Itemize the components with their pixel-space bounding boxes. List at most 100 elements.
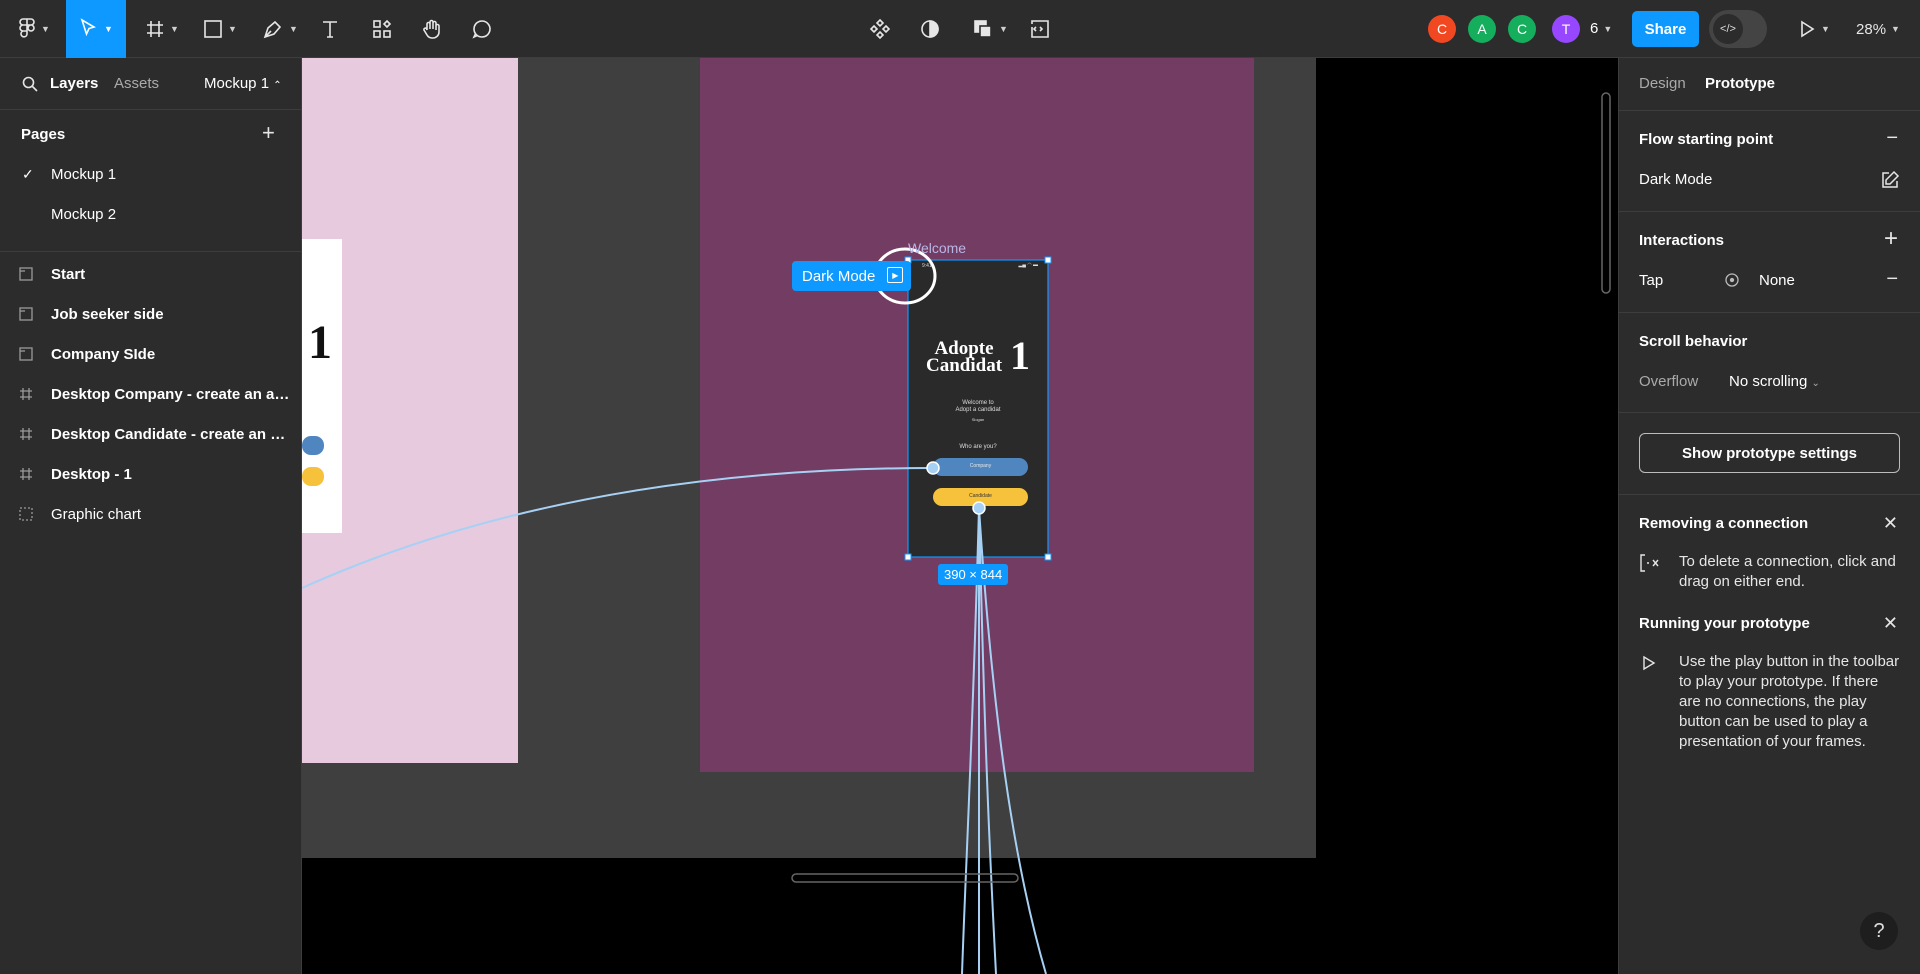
horizontal-scrollbar[interactable] [791,873,1019,883]
close-icon[interactable]: ✕ [1883,613,1898,633]
remove-interaction-icon[interactable]: − [1886,269,1898,289]
candidate-button-label: Candidate [969,493,992,499]
dev-mode-toggle[interactable]: </> [1709,10,1767,48]
chevron-down-icon: ▼ [1821,24,1830,34]
comment-icon [472,20,491,39]
question-text: Who are you? [959,444,997,450]
chevron-down-icon: ▼ [999,24,1008,34]
canvas[interactable]: 1 Dark Mode ▶ Welcome 390 × 844 9:41 ▂▄ … [302,58,1618,974]
add-interaction-icon[interactable]: + [1884,227,1898,251]
flow-start-tag[interactable]: Dark Mode ▶ [792,261,912,291]
layer-item[interactable]: Start [0,254,302,294]
page-item-mockup-1[interactable]: Mockup 1 [51,166,116,183]
show-prototype-settings-button[interactable]: Show prototype settings [1639,433,1900,473]
welcome-line-1: Welcome to [962,400,994,406]
layer-label: Graphic chart [51,505,142,523]
help-button[interactable]: ? [1860,912,1898,950]
layer-item[interactable]: Job seeker side [0,294,302,334]
tab-layers[interactable]: Layers [50,75,98,92]
frame-tool-button[interactable]: ▼ [140,7,184,51]
pen-tool-button[interactable]: ▼ [258,7,302,51]
tab-design[interactable]: Design [1639,75,1686,92]
layer-item[interactable]: Graphic chart [0,494,302,534]
chevron-down-icon: ▼ [1603,23,1613,34]
code-icon: </> [1713,14,1743,44]
divider [1619,412,1920,413]
avatar[interactable]: T [1552,15,1580,43]
search-icon[interactable] [22,76,38,92]
target-icon [1725,273,1739,287]
layer-item[interactable]: Desktop Candidate - create an account [0,414,302,454]
text-icon [323,21,337,38]
removing-connection-title: Removing a connection [1639,515,1809,532]
chevron-up-icon: ⌃ [273,80,282,91]
flow-name[interactable]: Dark Mode [1639,171,1712,188]
present-button[interactable]: ▼ [1794,7,1834,51]
page-item-mockup-2[interactable]: Mockup 2 [51,206,116,223]
app-title-number: 1 [1010,333,1030,378]
shape-tool-button[interactable]: ▼ [198,7,242,51]
minus-icon[interactable]: − [1886,128,1898,148]
close-icon[interactable]: ✕ [1883,513,1898,533]
left-phone-frame[interactable] [302,239,342,533]
boolean-button[interactable]: ▼ [968,7,1012,51]
panel-tabs: Layers Assets Mockup 1 ⌃ [0,58,301,110]
hash-frame-icon [147,21,164,37]
left-phone-blue-button [302,436,324,455]
code-frame-icon [1031,20,1049,38]
status-time: 9:41 [922,263,932,269]
text-tool-button[interactable] [316,7,344,51]
welcome-line-2: Adopt a candidat [955,407,1001,413]
figma-logo-icon [19,18,35,38]
status-icons: ▂▄ ◠ ▬ [1018,262,1038,268]
app-title: Adopte Candidat [926,339,1003,376]
scroll-behavior-title: Scroll behavior [1639,333,1748,350]
zoom-menu[interactable]: 28% ▼ [1850,7,1906,51]
move-tool-button[interactable]: ▼ [66,0,126,58]
frame-size-badge: 390 × 844 [938,564,1009,585]
vertical-scrollbar[interactable] [1601,92,1611,294]
contrast-button[interactable] [916,7,944,51]
tab-assets[interactable]: Assets [114,75,159,92]
app-title-line-2: Candidat [926,355,1003,376]
interaction-trigger[interactable]: Tap [1639,272,1663,289]
layer-item[interactable]: Desktop - 1 [0,454,302,494]
zoom-level: 28% [1856,20,1887,38]
layers-panel: Layers Assets Mockup 1 ⌃ Pages + ✓ Mocku… [0,58,302,974]
tab-prototype[interactable]: Prototype [1705,75,1775,92]
page-switcher[interactable]: Mockup 1 ⌃ [204,75,282,92]
main-menu-button[interactable]: ▼ [14,7,54,51]
chevron-down-icon: ⌄ [1811,378,1820,389]
frame-name-label[interactable]: Welcome [908,240,966,256]
avatar[interactable]: C [1428,15,1456,43]
comment-tool-button[interactable] [468,7,496,51]
left-phone-yellow-button [302,467,324,486]
divider [1619,110,1920,111]
avatar[interactable]: C [1508,15,1536,43]
overflow-value: No scrolling [1729,373,1808,390]
crop-button[interactable] [1026,7,1054,51]
layer-item[interactable]: Company SIde [0,334,302,374]
layer-item[interactable]: Desktop Company - create an account [0,374,302,414]
frame-icon [0,387,51,401]
contrast-icon [921,20,939,38]
add-page-icon[interactable]: + [262,120,275,146]
pen-icon [263,20,282,39]
share-button[interactable]: Share [1632,11,1699,47]
rectangle-icon [204,20,222,38]
component-button[interactable] [866,7,894,51]
collaborator-count[interactable]: 6 ▼ [1590,20,1612,37]
chevron-down-icon: ▼ [170,24,179,34]
edit-icon[interactable] [1880,170,1900,190]
interaction-action[interactable]: None [1759,272,1795,289]
chevron-down-icon: ▼ [1891,24,1900,34]
hand-tool-button[interactable] [418,7,446,51]
disconnect-icon [1640,554,1659,572]
chevron-down-icon: ▼ [104,24,113,34]
section-icon [0,267,51,281]
avatar[interactable]: A [1468,15,1496,43]
overflow-select[interactable]: No scrolling ⌄ [1729,373,1820,390]
resources-button[interactable] [368,7,396,51]
pages-title: Pages [21,126,66,143]
divider [1619,312,1920,313]
